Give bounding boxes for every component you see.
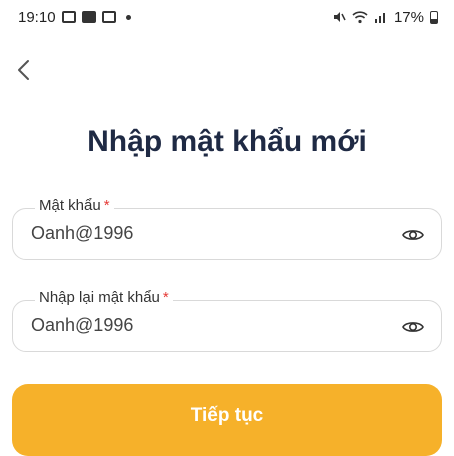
chevron-left-icon <box>18 60 29 80</box>
password-field[interactable]: Mật khẩu * <box>12 197 442 260</box>
confirm-password-field-label: Nhập lại mật khẩu * <box>35 289 173 306</box>
status-bar: 19:10 17% <box>0 0 454 34</box>
required-mark: * <box>162 289 169 306</box>
password-input[interactable] <box>31 223 371 244</box>
status-left: 19:10 <box>18 9 131 26</box>
status-right: 17% <box>332 9 438 26</box>
signal-icon <box>374 13 385 23</box>
confirm-label-text: Nhập lại mật khẩu <box>39 289 160 306</box>
confirm-password-input[interactable] <box>31 315 371 336</box>
password-label-text: Mật khẩu <box>39 197 101 214</box>
battery-icon <box>430 10 438 24</box>
wifi-icon <box>352 11 368 24</box>
status-time: 19:10 <box>18 8 56 26</box>
page-title: Nhập mật khẩu mới <box>87 125 367 158</box>
checkbox-notification-icon <box>101 11 116 23</box>
gallery-notification-icon <box>61 11 76 23</box>
back-button[interactable] <box>10 56 38 84</box>
battery-percent: 17% <box>393 8 424 26</box>
eye-icon[interactable] <box>401 223 425 247</box>
mute-icon <box>333 12 346 22</box>
youtube-notification-icon <box>81 11 96 23</box>
eye-icon[interactable] <box>401 315 425 339</box>
required-mark: * <box>103 197 110 214</box>
more-notifications-dot-icon <box>125 14 131 20</box>
password-field-label: Mật khẩu * <box>35 197 114 214</box>
continue-button[interactable]: Tiếp tục <box>12 384 442 456</box>
confirm-password-field[interactable]: Nhập lại mật khẩu * <box>12 289 442 352</box>
